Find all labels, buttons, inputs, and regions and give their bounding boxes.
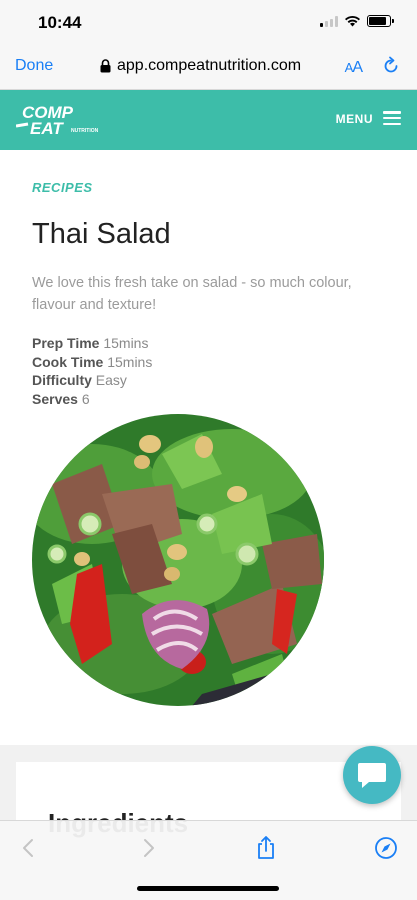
reload-icon[interactable]: [381, 56, 401, 76]
prep-time-row: Prep Time 15mins: [32, 334, 152, 353]
url-text: app.compeatnutrition.com: [117, 57, 302, 74]
forward-icon[interactable]: [136, 835, 162, 861]
chat-button[interactable]: [343, 746, 401, 804]
logo-sub: NUTRITION: [71, 128, 99, 134]
hamburger-menu-icon[interactable]: [383, 111, 401, 125]
chat-bubble-icon: [358, 763, 386, 788]
cook-time-row: Cook Time 15mins: [32, 353, 152, 372]
browser-url-bar: Done app.compeatnutrition.com AA: [0, 46, 417, 90]
text-size-button[interactable]: AA: [345, 59, 363, 77]
done-button[interactable]: Done: [15, 57, 53, 75]
wifi-icon: [345, 15, 360, 27]
status-time: 10:44: [38, 13, 82, 32]
share-icon[interactable]: [253, 835, 279, 861]
back-icon[interactable]: [15, 835, 41, 861]
cook-time-label: Cook Time: [32, 353, 104, 370]
serves-label: Serves: [32, 390, 78, 407]
compeat-logo[interactable]: COMP EAT NUTRITION: [16, 102, 116, 138]
cook-time-value: 15mins: [107, 353, 153, 370]
recipe-description: We love this fresh take on salad - so mu…: [32, 275, 352, 313]
home-indicator: [137, 886, 279, 891]
logo-line2: EAT: [30, 119, 64, 138]
difficulty-label: Difficulty: [32, 372, 92, 388]
recipe-title: Thai Salad: [32, 218, 171, 250]
address-field[interactable]: app.compeatnutrition.com: [100, 57, 301, 75]
compass-icon[interactable]: [373, 835, 399, 861]
battery-icon: [367, 15, 394, 27]
difficulty-row: Difficulty Easy: [32, 371, 152, 390]
prep-time-value: 15mins: [103, 335, 149, 351]
prep-time-label: Prep Time: [32, 335, 100, 351]
status-bar: 10:44: [0, 0, 417, 46]
recipe-category[interactable]: RECIPES: [32, 180, 93, 195]
cellular-signal-icon: [320, 15, 338, 27]
lock-icon: [100, 59, 111, 73]
recipe-photo: [32, 414, 324, 706]
status-icons: [320, 15, 394, 27]
serves-value: 6: [81, 390, 90, 407]
serves-row: Serves 6: [32, 390, 152, 409]
difficulty-value: Easy: [95, 372, 127, 388]
recipe-meta: Prep Time 15mins Cook Time 15mins Diffic…: [32, 334, 152, 408]
site-header: COMP EAT NUTRITION MENU: [0, 90, 417, 150]
aa-big: A: [352, 59, 363, 76]
menu-label[interactable]: MENU: [336, 112, 373, 126]
